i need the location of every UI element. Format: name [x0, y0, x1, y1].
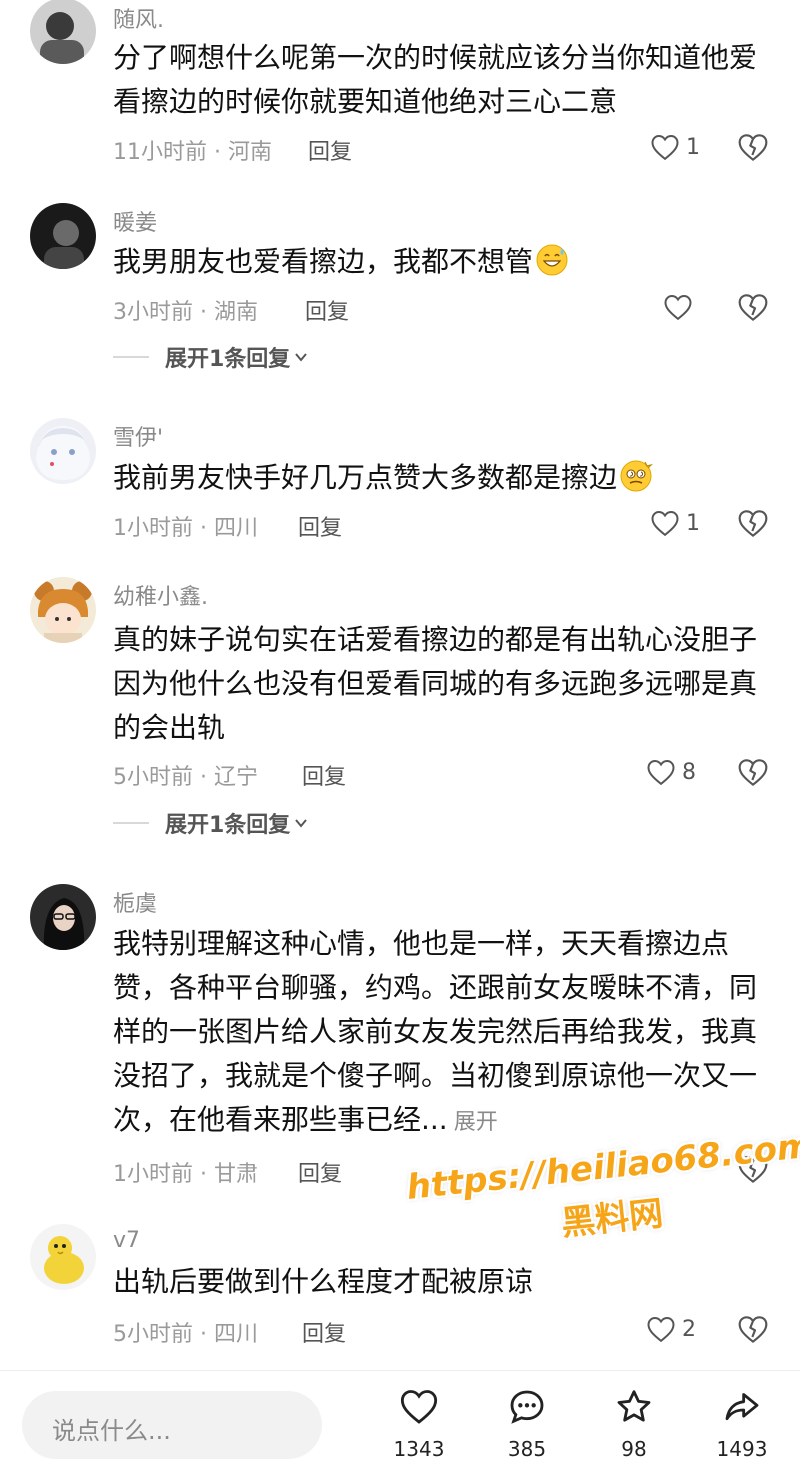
comment-input-placeholder: 说点什么...: [52, 1417, 171, 1445]
comment-text: 我男朋友也爱看擦边，我都不想管: [113, 240, 763, 290]
expand-replies-label: 展开1条回复: [165, 347, 291, 372]
like-count: 2: [682, 1316, 696, 1342]
dislike-button[interactable]: [737, 292, 769, 322]
avatar[interactable]: [30, 884, 96, 950]
heart-outline-icon: [647, 1316, 675, 1343]
comment-username[interactable]: 雪伊': [113, 420, 163, 452]
heart-outline-icon: [400, 1390, 438, 1424]
expand-replies-button[interactable]: 展开1条回复: [113, 808, 308, 838]
like-button[interactable]: 2: [646, 1314, 696, 1344]
expand-replies-button[interactable]: 展开1条回复: [113, 342, 308, 372]
bottom-action-bar: 说点什么... 1343 385 98 1493: [0, 1370, 800, 1478]
comment-time-location: 5小时前 · 辽宁: [113, 765, 258, 790]
broken-heart-icon: [738, 510, 768, 537]
like-button[interactable]: 1: [650, 132, 700, 162]
reply-button[interactable]: 回复: [298, 510, 342, 542]
heart-outline-icon: [647, 759, 675, 786]
comment-username[interactable]: v7: [113, 1228, 140, 1253]
dislike-button[interactable]: [737, 508, 769, 538]
comments-button[interactable]: 385: [482, 1387, 572, 1461]
grinning-sweat-emoji-icon: [535, 243, 569, 290]
star-icon: [617, 1390, 651, 1422]
comment-bubble-icon: [510, 1390, 544, 1424]
comment-username[interactable]: 幼稚小鑫.: [113, 579, 208, 611]
like-button[interactable]: 8: [646, 757, 696, 787]
comment-text-content: 我男朋友也爱看擦边，我都不想管: [113, 245, 534, 278]
chevron-down-icon: [295, 353, 308, 362]
like-count: 8: [682, 759, 696, 785]
heart-outline-icon: [651, 134, 679, 161]
comment-time-location: 1小时前 · 四川: [113, 516, 258, 541]
heart-outline-icon: [664, 294, 692, 321]
comments-count: 385: [507, 1437, 547, 1461]
shares-count: 1493: [716, 1437, 768, 1461]
like-button[interactable]: 1: [650, 508, 700, 538]
favorite-button[interactable]: 98: [589, 1387, 679, 1461]
broken-heart-icon: [738, 294, 768, 321]
dizzy-face-emoji-icon: [619, 459, 653, 506]
divider: [113, 356, 149, 358]
avatar[interactable]: [30, 1224, 96, 1290]
reply-button[interactable]: 回复: [298, 1156, 342, 1188]
avatar[interactable]: [30, 203, 96, 269]
comment-text-content: 真的妹子说句实在话爱看擦边的都是有出轨心没胆子因为他什么也没有但爱看同城的有多远…: [113, 623, 758, 744]
heart-outline-icon: [651, 510, 679, 537]
chevron-down-icon: [295, 819, 308, 828]
comment-username[interactable]: 暖姜: [113, 205, 157, 237]
expand-replies-label: 展开1条回复: [165, 813, 291, 838]
comment-text-content: 分了啊想什么呢第一次的时候就应该分当你知道他爱看擦边的时候你就要知道他绝对三心二…: [113, 41, 758, 118]
comment-text-content: 我前男友快手好几万点赞大多数都是擦边: [113, 461, 618, 494]
comment-text-content: 我特别理解这种心情，他也是一样，天天看擦边点赞，各种平台聊骚，约鸡。还跟前女友暧…: [113, 927, 758, 1136]
reply-button[interactable]: 回复: [302, 759, 346, 791]
like-count: 1: [686, 510, 700, 536]
likes-count: 1343: [393, 1437, 445, 1461]
like-post-button[interactable]: 1343: [374, 1387, 464, 1461]
comment-text: 我前男友快手好几万点赞大多数都是擦边: [113, 456, 763, 506]
dislike-button[interactable]: [737, 132, 769, 162]
comment-text: 分了啊想什么呢第一次的时候就应该分当你知道他爱看擦边的时候你就要知道他绝对三心二…: [113, 36, 763, 124]
divider: [113, 822, 149, 824]
comment-time-location: 1小时前 · 甘肃: [113, 1162, 258, 1187]
avatar[interactable]: [30, 577, 96, 643]
share-button[interactable]: 1493: [697, 1387, 787, 1461]
share-arrow-icon: [725, 1393, 759, 1421]
like-button[interactable]: [663, 292, 693, 322]
comment-text: 我特别理解这种心情，他也是一样，天天看擦边点赞，各种平台聊骚，约鸡。还跟前女友暧…: [113, 922, 763, 1145]
comment-username[interactable]: 栀虞: [113, 886, 157, 918]
reply-button[interactable]: 回复: [302, 1316, 346, 1348]
favorites-count: 98: [621, 1437, 647, 1461]
comment-time-location: 5小时前 · 四川: [113, 1322, 258, 1347]
avatar[interactable]: [30, 0, 96, 64]
comment-time-location: 11小时前 · 河南: [113, 140, 272, 165]
broken-heart-icon: [738, 1316, 768, 1343]
comment-text: 真的妹子说句实在话爱看擦边的都是有出轨心没胆子因为他什么也没有但爱看同城的有多远…: [113, 618, 763, 750]
reply-button[interactable]: 回复: [308, 134, 352, 166]
like-count: 1: [686, 134, 700, 160]
comment-time-location: 3小时前 · 湖南: [113, 300, 258, 325]
dislike-button[interactable]: [737, 1314, 769, 1344]
broken-heart-icon: [738, 134, 768, 161]
reply-button[interactable]: 回复: [305, 294, 349, 326]
avatar[interactable]: [30, 418, 96, 484]
comment-input[interactable]: 说点什么...: [22, 1391, 322, 1459]
comment-username[interactable]: 随风.: [113, 2, 164, 34]
expand-text-link[interactable]: 展开: [454, 1110, 498, 1135]
broken-heart-icon: [738, 759, 768, 786]
dislike-button[interactable]: [737, 757, 769, 787]
